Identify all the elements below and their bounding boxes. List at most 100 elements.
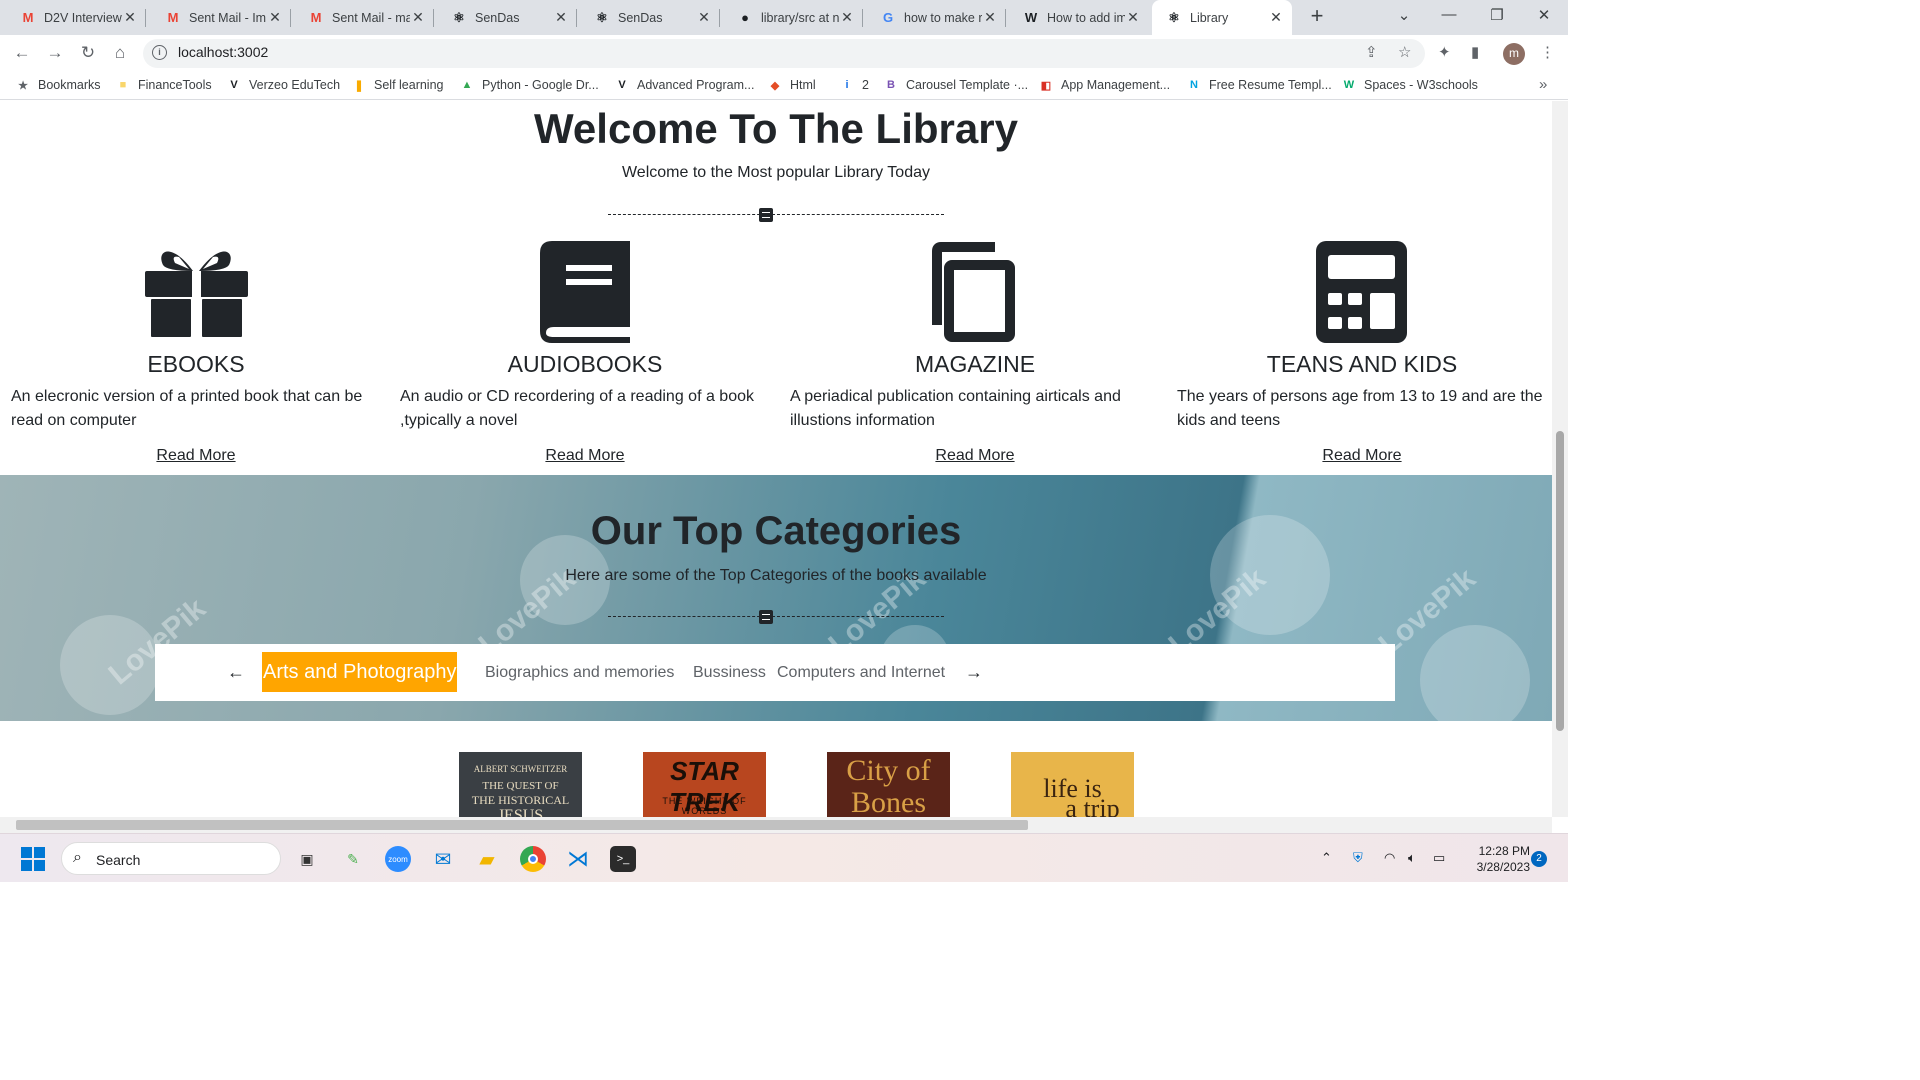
home-button[interactable]: ⌂ bbox=[108, 41, 132, 65]
tab-title: D2V Interview bbox=[44, 10, 122, 25]
browser-tab[interactable]: ⚛ SenDas ✕ bbox=[437, 0, 577, 35]
bookmark-label: Python - Google Dr... bbox=[482, 78, 599, 92]
tab-separator bbox=[433, 9, 434, 27]
terminal-icon[interactable]: >_ bbox=[610, 846, 636, 872]
browser-tab[interactable]: ⚛ SenDas ✕ bbox=[580, 0, 720, 35]
browser-tab[interactable]: ● library/src at n ✕ bbox=[723, 0, 863, 35]
mail-icon[interactable]: ✉ bbox=[430, 846, 456, 872]
side-panel-icon[interactable]: ▮ bbox=[1471, 43, 1479, 61]
read-more-link[interactable]: Read More bbox=[790, 447, 1160, 465]
book-cover[interactable]: STAR TREK THE WEIGHT OF WORLDS bbox=[643, 752, 766, 817]
category-item[interactable]: Biographics and memories bbox=[485, 664, 674, 682]
search-icon: ⌕ bbox=[73, 849, 82, 866]
browser-tab[interactable]: ⚛ Library ✕ bbox=[1152, 0, 1292, 35]
minimize-button[interactable]: — bbox=[1437, 6, 1461, 23]
bookmark-item[interactable]: i2 bbox=[840, 78, 868, 92]
bookmark-item[interactable]: ■ FinanceTools bbox=[116, 78, 212, 92]
app-icon[interactable]: ✎ bbox=[340, 846, 366, 872]
category-item[interactable]: Bussiness bbox=[693, 664, 766, 682]
scrollbar-thumb[interactable] bbox=[1556, 431, 1564, 731]
menu-kebab-icon[interactable]: ⋮ bbox=[1540, 43, 1555, 61]
close-tab-icon[interactable]: ✕ bbox=[410, 9, 426, 26]
browser-tab[interactable]: M Sent Mail - Im ✕ bbox=[151, 0, 291, 35]
close-tab-icon[interactable]: ✕ bbox=[982, 9, 998, 26]
back-button[interactable]: ← bbox=[10, 41, 34, 65]
taskbar-search[interactable]: ⌕ Search bbox=[61, 842, 281, 875]
category-item[interactable]: Arts and Photography bbox=[262, 652, 458, 692]
restore-button[interactable]: ❐ bbox=[1485, 6, 1509, 24]
bokeh-decoration bbox=[1420, 625, 1530, 721]
bookmark-item[interactable]: ◧ App Management... bbox=[1039, 78, 1170, 92]
bookmark-item[interactable]: ★ Bookmarks bbox=[16, 78, 100, 92]
browser-tab[interactable]: W How to add im ✕ bbox=[1009, 0, 1149, 35]
bookmark-item[interactable]: ▲ Python - Google Dr... bbox=[460, 78, 599, 92]
book-cover[interactable]: ALBERT SCHWEITZER THE QUEST OF THE HISTO… bbox=[459, 752, 582, 817]
tab-title: SenDas bbox=[475, 10, 520, 25]
book-cover[interactable]: life is a trip bbox=[1011, 752, 1134, 817]
more-bookmarks-icon[interactable]: » bbox=[1539, 76, 1547, 93]
tab-separator bbox=[576, 9, 577, 27]
share-icon[interactable]: ⇪ bbox=[1365, 43, 1378, 61]
vscode-icon[interactable]: ⋊ bbox=[565, 846, 591, 872]
bookmark-label: Free Resume Templ... bbox=[1209, 78, 1332, 92]
battery-icon[interactable]: ▭ bbox=[1433, 850, 1445, 866]
browser-tab[interactable]: Ghow to make r ✕ bbox=[866, 0, 1006, 35]
extensions-icon[interactable]: ✦ bbox=[1438, 43, 1451, 61]
address-bar[interactable]: i localhost:3002 ⇪ ☆ bbox=[143, 39, 1425, 68]
tray-chevron-icon[interactable]: ⌃ bbox=[1321, 850, 1332, 866]
notification-badge[interactable]: 2 bbox=[1531, 851, 1547, 867]
bookmark-item[interactable]: ◆ Html bbox=[768, 78, 816, 92]
reload-button[interactable]: ↻ bbox=[76, 41, 100, 65]
bookmark-item[interactable]: ❚ Self learning bbox=[352, 78, 443, 92]
scrollbar-thumb[interactable] bbox=[16, 820, 1028, 830]
read-more-link[interactable]: Read More bbox=[11, 447, 381, 465]
bookmark-item[interactable]: V Verzeo EduTech bbox=[227, 78, 340, 92]
browser-tab[interactable]: M D2V Interview ✕ bbox=[6, 0, 146, 35]
book-cover[interactable]: City of Bones bbox=[827, 752, 950, 817]
bookmark-item[interactable]: N Free Resume Templ... bbox=[1187, 78, 1332, 92]
app-icon: ◧ bbox=[1040, 79, 1052, 92]
bookmark-item[interactable]: W Spaces - W3schools bbox=[1342, 78, 1478, 92]
site-info-icon[interactable]: i bbox=[152, 45, 167, 60]
top-categories-section: LovePik LovePik LovePik LovePik LovePik … bbox=[0, 475, 1552, 721]
tab-search-chevron-icon[interactable]: ⌄ bbox=[1392, 6, 1416, 24]
close-tab-icon[interactable]: ✕ bbox=[839, 9, 855, 26]
categories-subtitle: Here are some of the Top Categories of t… bbox=[565, 567, 987, 584]
close-tab-icon[interactable]: ✕ bbox=[696, 9, 712, 26]
security-icon[interactable]: ⛨ bbox=[1353, 850, 1363, 866]
close-tab-icon[interactable]: ✕ bbox=[122, 9, 138, 26]
close-window-button[interactable]: ✕ bbox=[1532, 6, 1556, 24]
read-more-link[interactable]: Read More bbox=[1177, 447, 1547, 465]
file-explorer-icon[interactable]: ▰ bbox=[474, 846, 500, 872]
task-view-icon[interactable]: ▣ bbox=[294, 846, 320, 872]
close-tab-icon[interactable]: ✕ bbox=[553, 9, 569, 26]
forward-button[interactable]: → bbox=[43, 41, 67, 65]
bookmark-star-icon[interactable]: ☆ bbox=[1398, 43, 1411, 61]
zoom-icon[interactable]: zoom bbox=[385, 846, 411, 872]
book-cover-text: JESUS bbox=[497, 807, 544, 817]
screen: M D2V Interview ✕ M Sent Mail - Im ✕ M Sent Mai… bbox=[0, 0, 1568, 882]
chrome-icon[interactable] bbox=[520, 846, 546, 872]
read-more-link[interactable]: Read More bbox=[400, 447, 770, 465]
profile-avatar[interactable]: m bbox=[1503, 43, 1525, 65]
carousel-prev-arrow-icon[interactable]: ← bbox=[227, 662, 245, 683]
close-tab-icon[interactable]: ✕ bbox=[267, 9, 283, 26]
carousel-next-arrow-icon[interactable]: → bbox=[965, 662, 983, 683]
windows-start-icon[interactable] bbox=[20, 846, 46, 872]
browser-tab[interactable]: M Sent Mail - ma ✕ bbox=[294, 0, 434, 35]
verzeo-icon: V bbox=[618, 79, 626, 91]
category-item[interactable]: Computers and Internet bbox=[777, 664, 945, 682]
system-clock[interactable]: 12:28 PM 3/28/2023 bbox=[1460, 843, 1530, 875]
browser-toolbar: ← → ↻ ⌂ i localhost:3002 ⇪ ☆ ✦ ▮ m ⋮ bbox=[0, 35, 1568, 72]
wifi-icon[interactable]: ◠ bbox=[1384, 850, 1395, 866]
new-tab-button[interactable]: + bbox=[1305, 5, 1329, 29]
bookmark-item[interactable]: B Carousel Template ·... bbox=[884, 78, 1028, 92]
gmail-icon: M bbox=[22, 10, 34, 25]
horizontal-scrollbar[interactable] bbox=[0, 817, 1552, 833]
close-tab-icon[interactable]: ✕ bbox=[1268, 9, 1284, 26]
bookmark-item[interactable]: V Advanced Program... bbox=[615, 78, 754, 92]
close-tab-icon[interactable]: ✕ bbox=[1125, 9, 1141, 26]
volume-icon[interactable]: 🔈︎ bbox=[1408, 850, 1416, 866]
google-icon: G bbox=[882, 10, 894, 25]
vertical-scrollbar[interactable] bbox=[1552, 101, 1568, 817]
